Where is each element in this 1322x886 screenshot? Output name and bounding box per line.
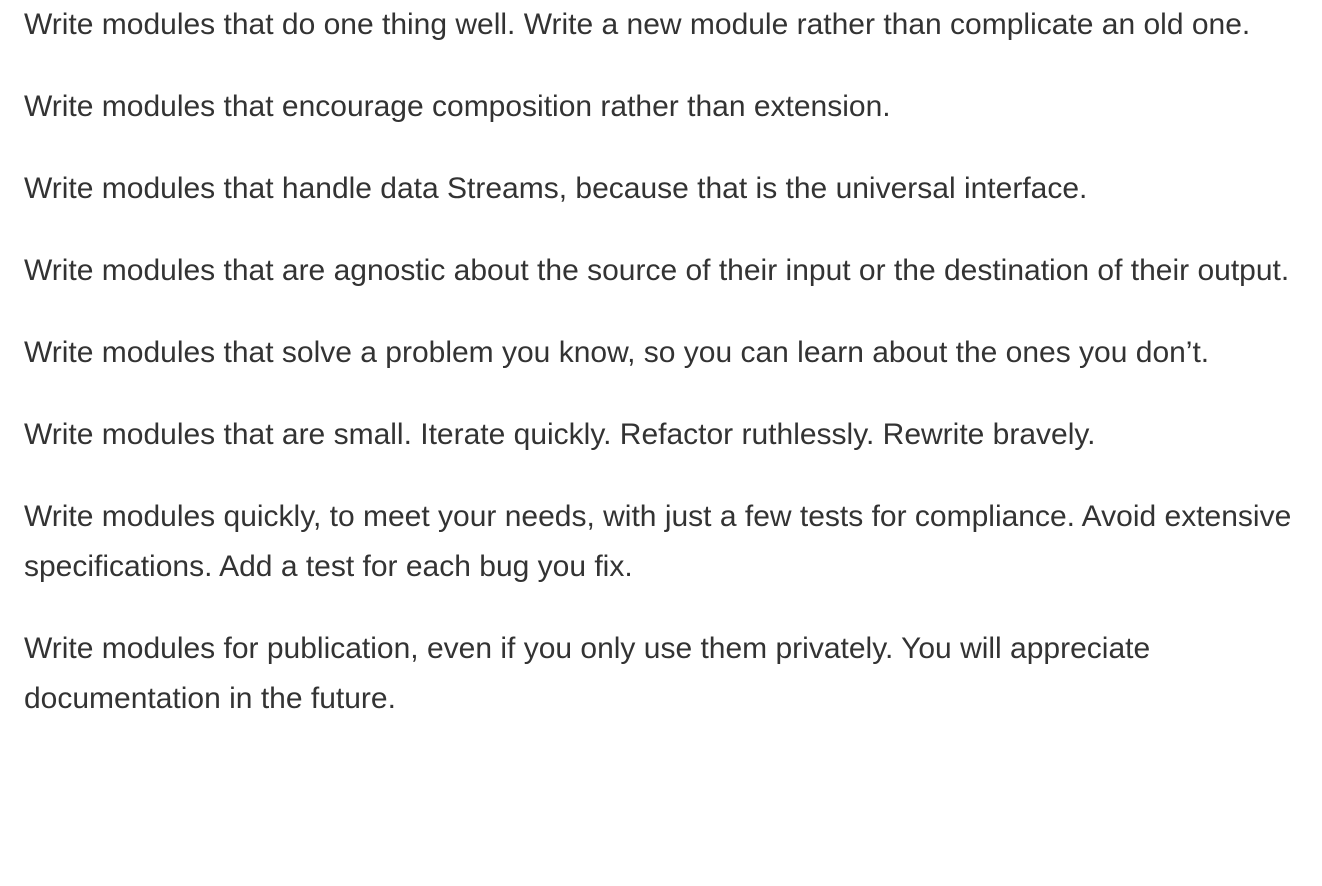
article-body: Write modules that do one thing well. Wr… <box>24 0 1309 756</box>
paragraph-solve-known-problem: Write modules that solve a problem you k… <box>24 336 1210 369</box>
paragraph-quick-tests: Write modules quickly, to meet your need… <box>24 500 1292 583</box>
paragraph-data-streams: Write modules that handle data Streams, … <box>24 172 1088 205</box>
paragraph-composition: Write modules that encourage composition… <box>24 90 891 123</box>
paragraph-one-thing-well: Write modules that do one thing well. Wr… <box>24 8 1251 41</box>
paragraph-agnostic-io: Write modules that are agnostic about th… <box>24 254 1290 287</box>
paragraph-publication: Write modules for publication, even if y… <box>24 632 1151 715</box>
paragraph-small-modules: Write modules that are small. Iterate qu… <box>24 418 1096 451</box>
